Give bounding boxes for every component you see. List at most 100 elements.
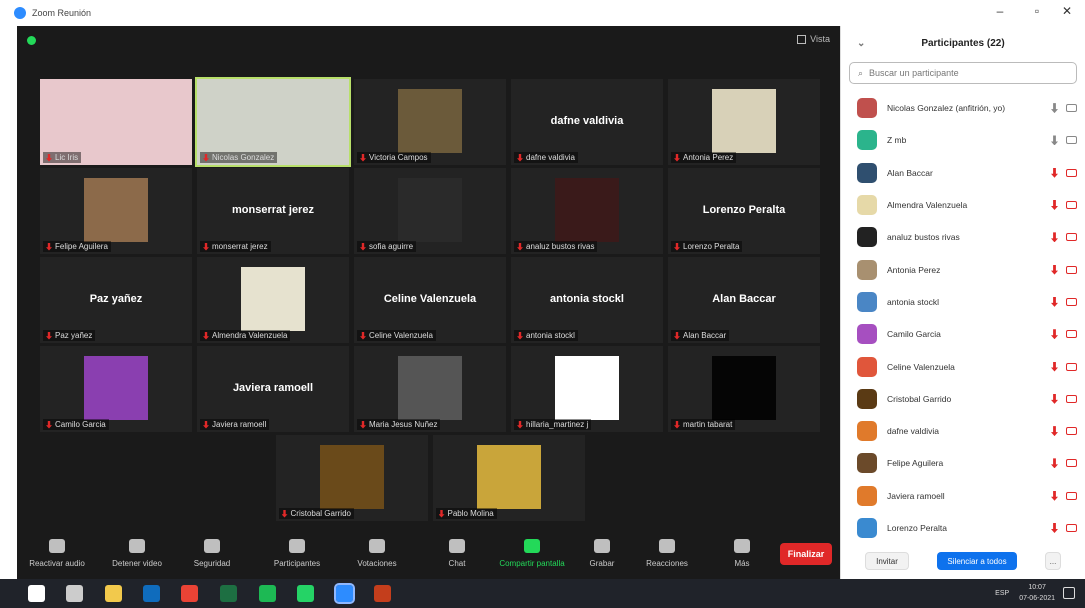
tile-name: Almendra Valenzuela xyxy=(212,331,288,340)
polls-button[interactable]: Votaciones xyxy=(342,539,412,568)
participant-status xyxy=(1051,167,1077,178)
video-tile[interactable]: Paz yañez Paz yañez xyxy=(40,257,192,343)
video-tile[interactable]: Antonia Perez xyxy=(668,79,820,165)
notifications-icon[interactable] xyxy=(1063,587,1075,599)
video-tile[interactable]: analuz bustos rivas xyxy=(511,168,663,254)
spotify-icon[interactable] xyxy=(259,585,276,602)
close-icon[interactable]: ✕ xyxy=(1052,4,1082,18)
video-tile[interactable]: antonia stockl antonia stockl xyxy=(511,257,663,343)
participant-row[interactable]: Javiera ramoell xyxy=(841,480,1085,512)
panel-more-button[interactable]: ... xyxy=(1045,552,1061,570)
participant-row[interactable]: analuz bustos rivas xyxy=(841,221,1085,253)
language-indicator[interactable]: ESP xyxy=(995,588,1009,599)
record-button[interactable]: Grabar xyxy=(567,539,637,568)
muted-mic-icon xyxy=(203,420,209,429)
video-tile[interactable]: Almendra Valenzuela xyxy=(197,257,349,343)
participants-button[interactable]: Participantes xyxy=(262,539,332,568)
participant-row[interactable]: Antonia Perez xyxy=(841,253,1085,285)
unmute-button[interactable]: Reactivar audio xyxy=(22,539,92,568)
video-tile[interactable]: Pablo Molina xyxy=(432,435,585,521)
participant-row[interactable]: Alan Baccar xyxy=(841,157,1085,189)
toolbar-label: Más xyxy=(734,559,750,568)
muted-mic-icon xyxy=(360,331,366,340)
windows-start-icon[interactable] xyxy=(28,585,45,602)
tile-name: analuz bustos rivas xyxy=(526,242,595,251)
video-tile[interactable]: Nicolas Gonzalez xyxy=(195,77,351,167)
clock-date: 07-06-2021 xyxy=(1019,595,1055,602)
minimize-icon[interactable]: – xyxy=(985,4,1015,18)
participant-status xyxy=(1051,200,1077,211)
video-tile[interactable]: Cristobal Garrido xyxy=(275,435,428,521)
tile-display-name: Celine Valenzuela xyxy=(383,293,477,305)
mute-all-button[interactable]: Silenciar a todos xyxy=(937,552,1017,570)
video-tile[interactable]: Lic Iris xyxy=(40,79,192,165)
powerpoint-icon[interactable] xyxy=(374,585,391,602)
tile-name-label: martin tabarat xyxy=(671,419,736,430)
video-tile[interactable]: hillaria_martinez j xyxy=(511,346,663,432)
outlook-icon[interactable] xyxy=(143,585,160,602)
encryption-icon[interactable] xyxy=(27,36,36,45)
invite-button[interactable]: Invitar xyxy=(865,552,909,570)
profile-picture xyxy=(84,356,148,420)
tile-name-label: sofia aguirre xyxy=(357,241,417,252)
whatsapp-icon[interactable] xyxy=(297,585,314,602)
microphone-icon xyxy=(1051,103,1058,114)
tile-display-name: Lorenzo Peralta xyxy=(702,204,786,216)
participant-row[interactable]: Camilo Garcia xyxy=(841,318,1085,350)
clock[interactable]: 10:07 07-06-2021 xyxy=(1019,582,1055,604)
participant-row[interactable]: Celine Valenzuela xyxy=(841,350,1085,382)
tile-name-label: Lic Iris xyxy=(43,152,82,163)
more-button[interactable]: Más xyxy=(707,539,777,568)
participant-row[interactable]: Z mb xyxy=(841,124,1085,156)
participant-name: Camilo Garcia xyxy=(887,329,941,340)
collapse-icon[interactable]: ⌄ xyxy=(857,38,865,49)
video-camera-icon xyxy=(1066,136,1077,145)
reactions-button[interactable]: Reacciones xyxy=(632,539,702,568)
participant-row[interactable]: antonia stockl xyxy=(841,286,1085,318)
tile-display-name: antonia stockl xyxy=(550,293,624,305)
video-tile[interactable]: Camilo Garcia xyxy=(40,346,192,432)
profile-picture xyxy=(398,356,462,420)
video-tile[interactable]: Victoria Campos xyxy=(354,79,506,165)
video-tile[interactable]: Lorenzo Peralta Lorenzo Peralta xyxy=(668,168,820,254)
video-tile[interactable]: Celine Valenzuela Celine Valenzuela xyxy=(354,257,506,343)
participant-search-input[interactable]: ⌕ Buscar un participante xyxy=(849,62,1077,84)
tile-name-label: Cristobal Garrido xyxy=(278,508,354,519)
video-tile[interactable]: martin tabarat xyxy=(668,346,820,432)
video-off-icon xyxy=(1066,427,1077,436)
video-tile[interactable]: Felipe Aguilera xyxy=(40,168,192,254)
file-explorer-icon[interactable] xyxy=(105,585,122,602)
participant-row[interactable]: Lorenzo Peralta xyxy=(841,512,1085,544)
video-tile[interactable]: dafne valdivia dafne valdivia xyxy=(511,79,663,165)
view-button[interactable]: Vista xyxy=(797,34,830,44)
video-tile[interactable]: Maria Jesus Nuñez xyxy=(354,346,506,432)
video-tile[interactable]: sofia aguirre xyxy=(354,168,506,254)
security-button[interactable]: Seguridad xyxy=(177,539,247,568)
excel-icon[interactable] xyxy=(220,585,237,602)
muted-mic-icon xyxy=(1051,458,1058,469)
participant-row[interactable]: Almendra Valenzuela xyxy=(841,189,1085,221)
video-tile[interactable]: Alan Baccar Alan Baccar xyxy=(668,257,820,343)
tile-name-label: Maria Jesus Nuñez xyxy=(357,419,441,430)
participant-row[interactable]: Nicolas Gonzalez (anfitrión, yo) xyxy=(841,92,1085,124)
search-placeholder: Buscar un participante xyxy=(869,68,959,78)
stop-video-button[interactable]: Detener video xyxy=(102,539,172,568)
tile-display-name: Alan Baccar xyxy=(712,293,776,305)
chrome-icon[interactable] xyxy=(181,585,198,602)
participant-row[interactable]: Felipe Aguilera xyxy=(841,447,1085,479)
zoom-icon[interactable] xyxy=(334,583,355,604)
video-tile[interactable]: Javiera ramoell Javiera ramoell xyxy=(197,346,349,432)
participant-row[interactable]: Cristobal Garrido xyxy=(841,383,1085,415)
system-tray[interactable]: ESP 10:07 07-06-2021 xyxy=(995,582,1055,604)
video-tile[interactable]: monserrat jerez monserrat jerez xyxy=(197,168,349,254)
chat-button[interactable]: Chat xyxy=(422,539,492,568)
maximize-icon[interactable]: ▫ xyxy=(1022,4,1052,18)
avatar xyxy=(857,453,877,474)
participant-status xyxy=(1051,490,1077,501)
video-off-icon xyxy=(1066,394,1077,403)
search-icon[interactable] xyxy=(66,585,83,602)
participant-row[interactable]: dafne valdivia xyxy=(841,415,1085,447)
toolbar-label: Participantes xyxy=(273,559,321,568)
share-screen-button[interactable]: Compartir pantalla xyxy=(497,539,567,568)
end-meeting-button[interactable]: Finalizar xyxy=(780,543,832,565)
